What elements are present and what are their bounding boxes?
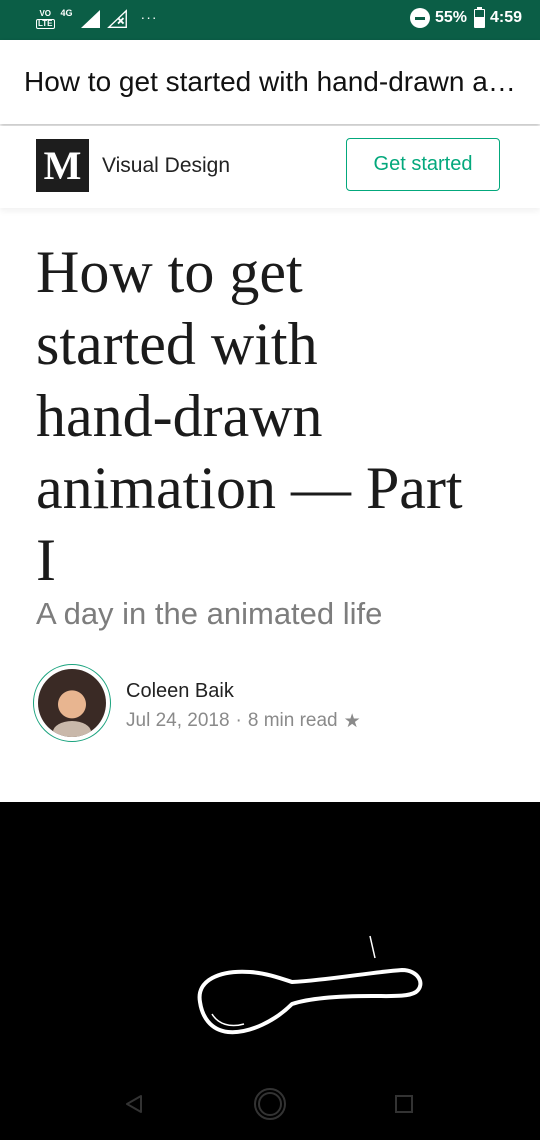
battery-icon	[473, 6, 485, 28]
title-line: How to get	[36, 239, 303, 305]
publication-name[interactable]: Visual Design	[102, 154, 230, 178]
status-right: 55% 4:59	[409, 6, 522, 28]
page-title: How to get started with hand-drawn anima…	[24, 66, 524, 97]
clock: 4:59	[489, 9, 522, 26]
article-title: How to get started with hand-drawn anima…	[36, 236, 516, 596]
title-line: I	[36, 527, 56, 593]
avatar	[38, 669, 106, 737]
no-signal-icon	[106, 9, 127, 28]
title-line: started with	[36, 311, 318, 377]
back-icon[interactable]	[116, 1086, 152, 1122]
network-type: 4G	[60, 8, 73, 18]
home-icon[interactable]	[252, 1086, 288, 1122]
signal-icon	[80, 10, 100, 28]
battery-percent: 55%	[434, 9, 467, 26]
publish-date: Jul 24, 2018	[126, 710, 230, 731]
publication-header: M Visual Design Get started	[0, 126, 540, 208]
title-line: animation — Part	[36, 455, 463, 521]
author-avatar[interactable]	[33, 664, 111, 742]
star-icon: ★	[343, 711, 361, 732]
overflow-icon: ···	[140, 9, 158, 25]
recents-icon[interactable]	[386, 1086, 422, 1122]
meta-separator: ·	[235, 710, 242, 731]
android-nav-bar	[0, 1068, 540, 1140]
read-time: 8 min read	[247, 710, 338, 731]
volte-icon: VO LTE	[36, 8, 55, 29]
status-left: VO LTE 4G ···	[36, 8, 158, 29]
title-line: hand-drawn	[36, 383, 323, 449]
browser-title-bar: How to get started with hand-drawn anima…	[0, 40, 540, 124]
status-bar: VO LTE 4G ··· 55% 4:59	[0, 0, 540, 40]
medium-logo[interactable]: M	[36, 139, 89, 192]
dnd-icon	[409, 8, 430, 28]
get-started-button[interactable]: Get started	[346, 138, 500, 191]
article-subtitle: A day in the animated life	[36, 596, 383, 631]
author-name[interactable]: Coleen Baik	[126, 680, 234, 703]
article-meta: Jul 24, 2018 · 8 min read ★	[126, 710, 361, 733]
